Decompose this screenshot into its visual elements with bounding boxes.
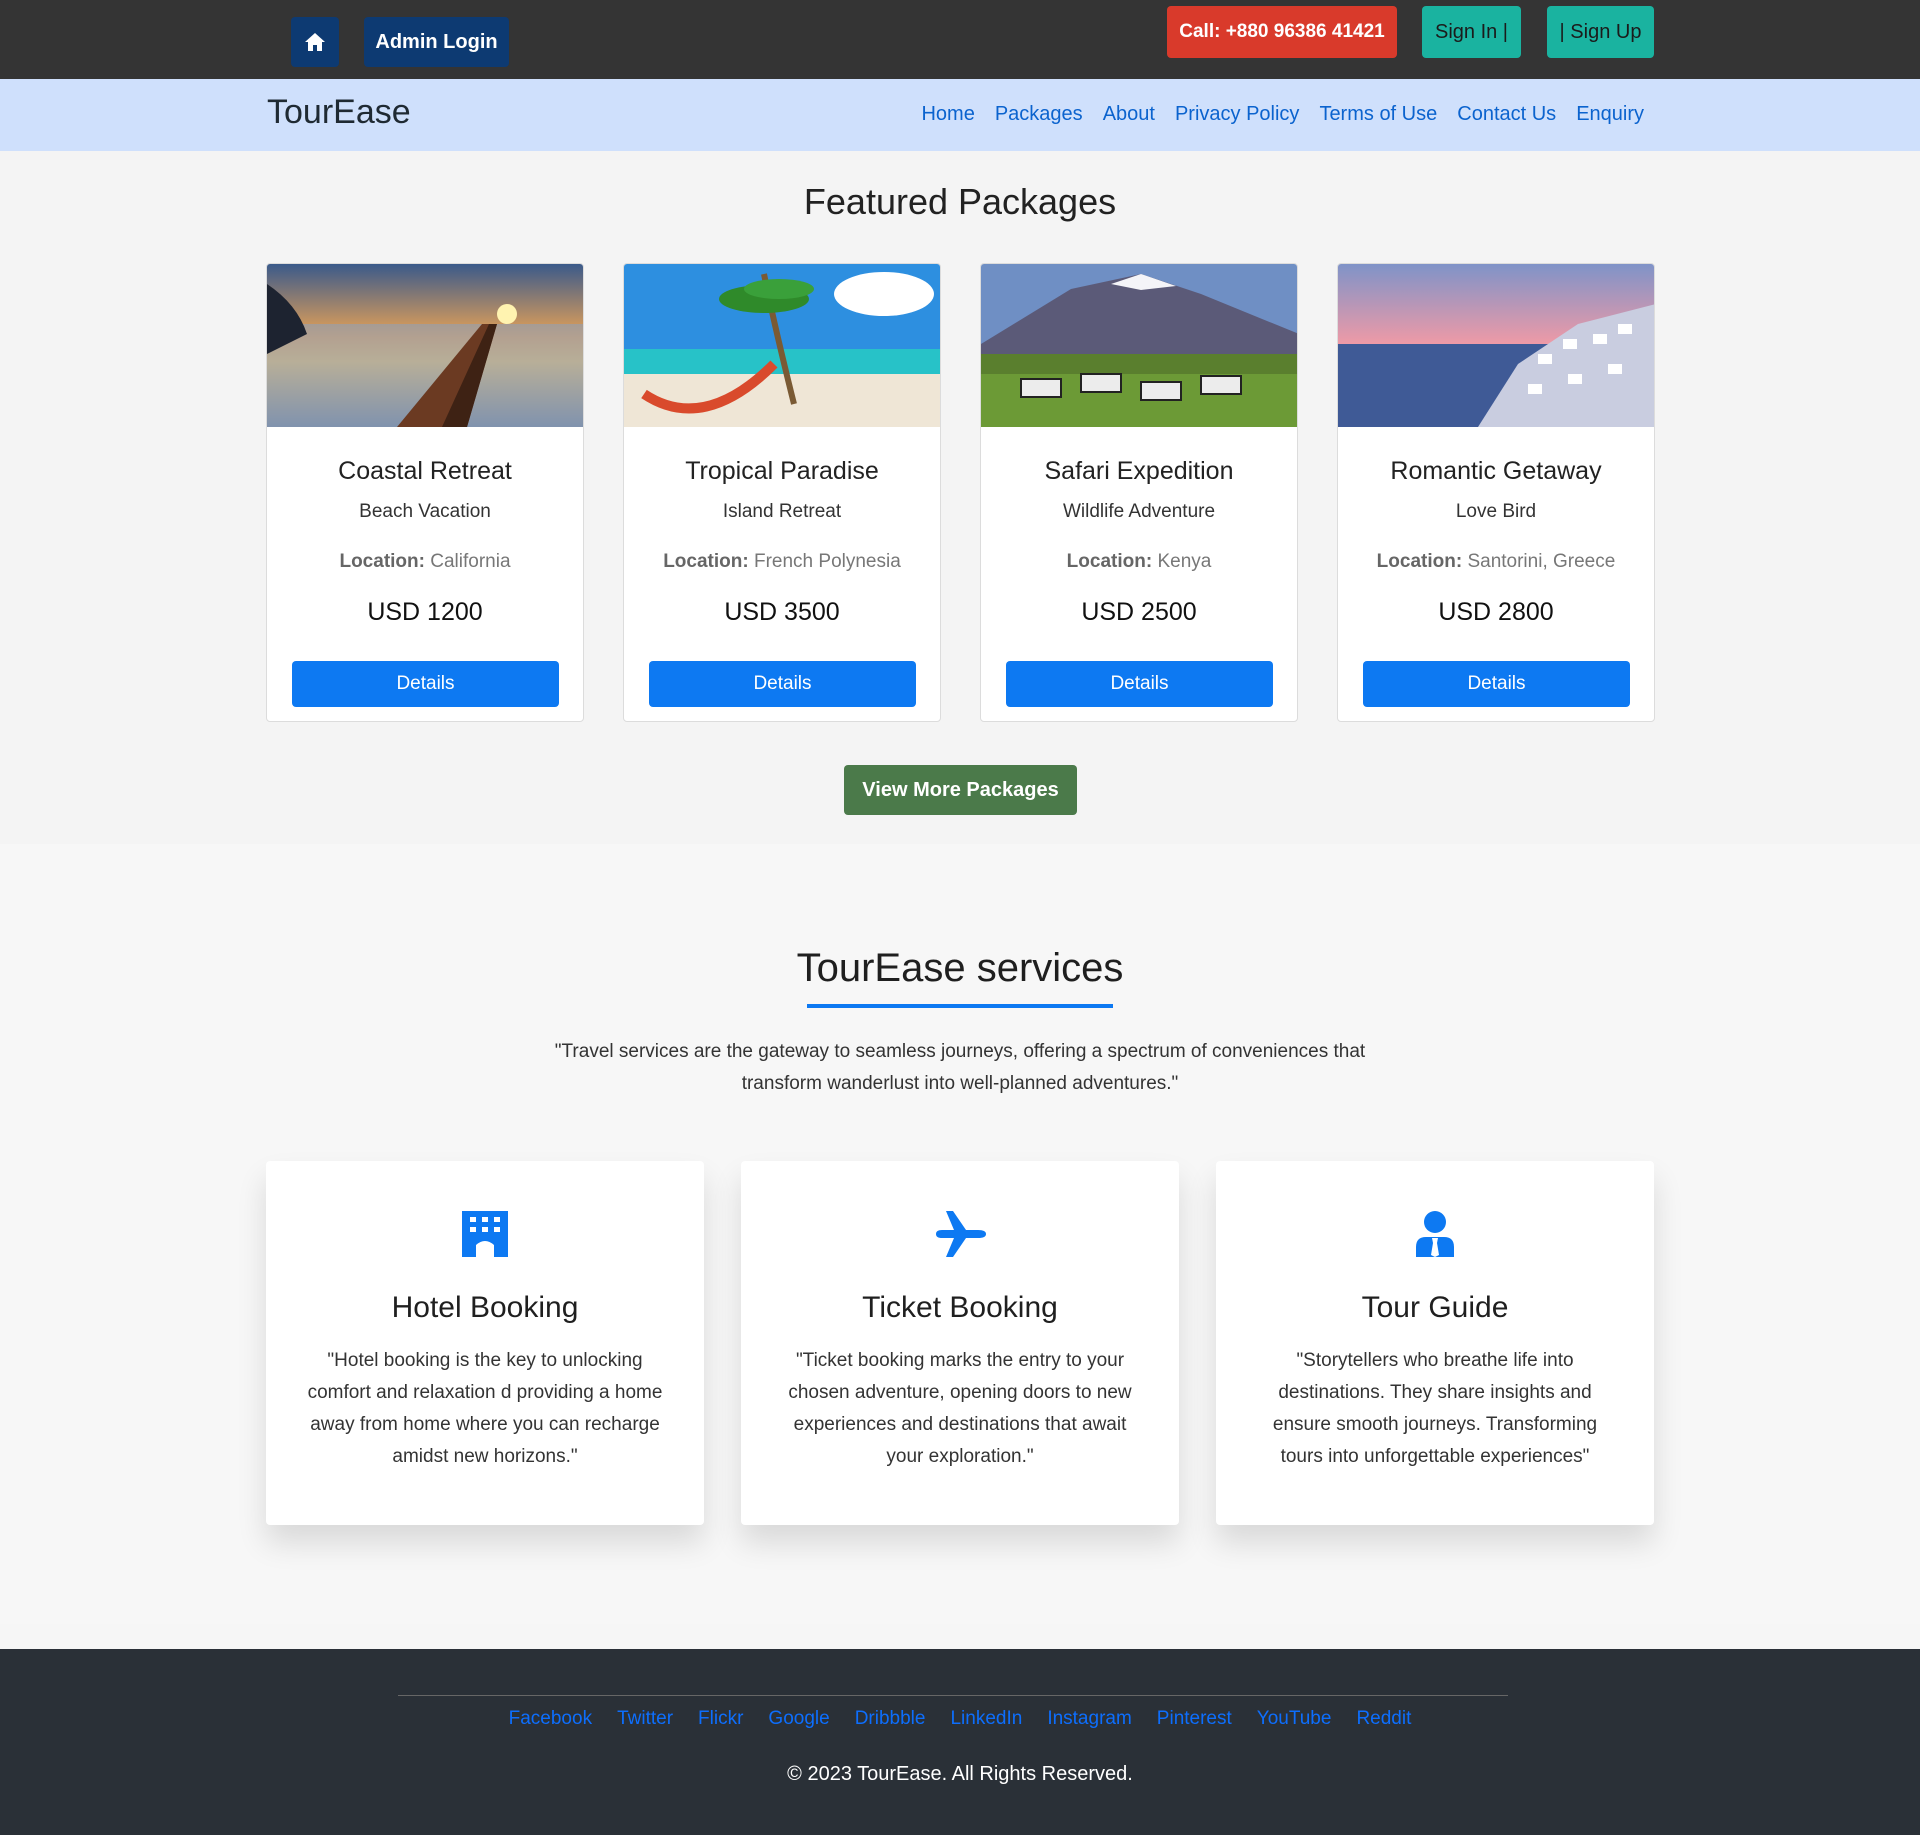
view-more-packages-button[interactable]: View More Packages [844,765,1077,815]
location-label: Location: [339,551,425,572]
hotel-icon [462,1211,508,1257]
service-description: "Ticket booking marks the entry to your … [788,1350,1132,1467]
location-label: Location: [1066,551,1153,572]
package-location: Location: Kenya [981,551,1297,573]
package-card: Tropical Paradise Island Retreat Locatio… [623,263,941,722]
service-title: Ticket Booking [862,1291,1058,1324]
location-label: Location: [1376,551,1463,572]
package-price: USD 2800 [1438,598,1554,626]
package-type: Wildlife Adventure [1062,501,1216,522]
details-button[interactable]: Details [1363,661,1630,707]
nav-link-terms[interactable]: Terms of Use [1319,103,1437,126]
sign-up-button[interactable]: | Sign Up [1547,6,1654,58]
navbar: TourEase Home Packages About Privacy Pol… [0,79,1920,151]
services-title: TourEase services [796,946,1124,990]
package-type: Island Retreat [722,501,842,522]
social-link-pinterest[interactable]: Pinterest [1157,1708,1232,1730]
location-value: French Polynesia [753,551,901,572]
social-link-facebook[interactable]: Facebook [509,1708,592,1730]
package-location: Location: California [267,551,583,573]
social-link-dribbble[interactable]: Dribbble [855,1708,926,1730]
location-value: Kenya [1157,551,1212,572]
nav-link-enquiry[interactable]: Enquiry [1576,103,1644,126]
social-link-google[interactable]: Google [768,1708,829,1730]
social-link-linkedin[interactable]: LinkedIn [950,1708,1022,1730]
package-location: Location: French Polynesia [624,551,940,573]
social-link-instagram[interactable]: Instagram [1047,1708,1131,1730]
package-image-coastal [267,264,583,427]
details-button[interactable]: Details [1006,661,1273,707]
footer-divider [398,1695,1508,1696]
nav-link-about[interactable]: About [1103,103,1155,126]
package-type: Beach Vacation [359,501,491,522]
social-link-twitter[interactable]: Twitter [617,1708,673,1730]
service-title: Tour Guide [1361,1291,1509,1324]
brand-logo[interactable]: TourEase [267,93,411,132]
service-card-hotel: Hotel Booking "Hotel booking is the key … [266,1161,704,1525]
service-description: "Storytellers who breathe life into dest… [1272,1350,1598,1467]
nav-link-packages[interactable]: Packages [995,103,1083,126]
sign-in-button[interactable]: Sign In | [1422,6,1521,58]
services-section: TourEase services "Travel services are t… [0,844,1920,1624]
package-image-safari [981,264,1297,427]
home-button[interactable] [291,17,339,67]
services-quote: "Travel services are the gateway to seam… [554,1041,1366,1094]
top-bar: Admin Login Call: +880 96386 41421 Sign … [0,0,1920,79]
location-label: Location: [663,551,749,572]
social-links: Facebook Twitter Flickr Google Dribbble … [0,1708,1920,1730]
footer: Facebook Twitter Flickr Google Dribbble … [0,1649,1920,1835]
location-value: California [430,551,511,572]
package-type: Love Bird [1455,501,1537,522]
service-card-guide: Tour Guide "Storytellers who breathe lif… [1216,1161,1654,1525]
package-name: Safari Expedition [1044,457,1234,485]
nav-link-contact[interactable]: Contact Us [1457,103,1556,126]
social-link-youtube[interactable]: YouTube [1257,1708,1332,1730]
social-link-flickr[interactable]: Flickr [698,1708,743,1730]
user-tie-icon [1416,1211,1454,1257]
package-price: USD 1200 [367,598,483,626]
package-card: Coastal Retreat Beach Vacation Location:… [266,263,584,722]
admin-login-button[interactable]: Admin Login [364,17,509,67]
details-button[interactable]: Details [649,661,916,707]
featured-title: Featured Packages [803,181,1117,222]
home-icon [305,33,325,51]
package-name: Coastal Retreat [338,457,512,485]
plane-icon [936,1211,986,1257]
package-price: USD 3500 [724,598,840,626]
package-name: Tropical Paradise [685,457,879,485]
title-underline [807,1004,1113,1008]
details-button[interactable]: Details [292,661,559,707]
package-image-tropical [624,264,940,427]
social-link-reddit[interactable]: Reddit [1356,1708,1411,1730]
copyright-text: © 2023 TourEase. All Rights Reserved. [787,1763,1133,1785]
package-card: Safari Expedition Wildlife Adventure Loc… [980,263,1298,722]
package-image-santorini [1338,264,1654,427]
featured-packages-section: Featured Packages Coastal Retreat Beach … [0,151,1920,844]
package-name: Romantic Getaway [1390,457,1602,485]
service-title: Hotel Booking [391,1291,579,1324]
nav-link-home[interactable]: Home [921,103,974,126]
location-value: Santorini, Greece [1467,551,1616,572]
nav-link-privacy[interactable]: Privacy Policy [1175,103,1299,126]
call-button[interactable]: Call: +880 96386 41421 [1167,6,1397,58]
nav-menu: Home Packages About Privacy Policy Terms… [921,103,1644,126]
package-card: Romantic Getaway Love Bird Location: San… [1337,263,1655,722]
service-card-ticket: Ticket Booking "Ticket booking marks the… [741,1161,1179,1525]
package-price: USD 2500 [1081,598,1197,626]
package-location: Location: Santorini, Greece [1338,551,1654,573]
service-description: "Hotel booking is the key to unlocking c… [307,1350,663,1467]
